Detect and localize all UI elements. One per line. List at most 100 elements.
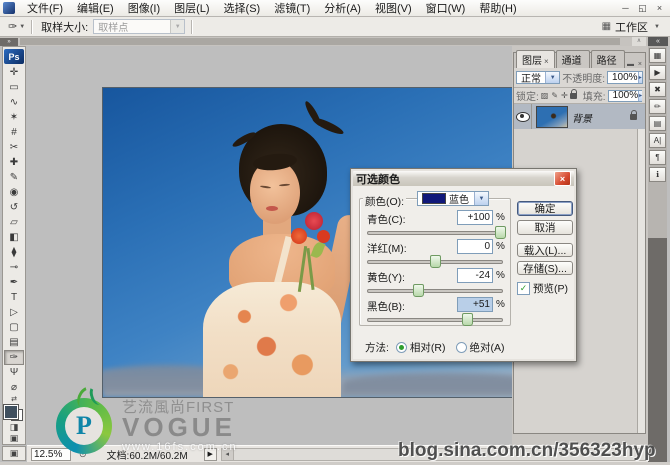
checkbox-checked-icon[interactable]: ✓ [517,282,530,295]
lock-position-icon[interactable]: ✛ [561,91,568,100]
slice-tool[interactable]: ✂ [4,140,24,155]
photo-mountain [343,373,516,393]
dock-animation-icon[interactable]: ▦ [649,48,666,63]
lock-pixels-icon[interactable]: ✎ [551,91,558,100]
fill-label: 填充: [583,88,606,103]
slider-thumb[interactable] [430,255,441,268]
color-select[interactable]: 蓝色 ▼ [417,191,489,206]
tab-layers[interactable]: 图层× [516,50,555,68]
layer-visibility-toggle[interactable] [514,104,532,130]
value-input[interactable]: +100 [457,210,493,225]
pen-tool[interactable]: ✒ [4,275,24,290]
lasso-tool[interactable]: ∿ [4,95,24,110]
close-icon[interactable]: × [554,171,571,186]
shape-tool[interactable]: ▢ [4,320,24,335]
screen-mode-button[interactable]: ▣ [4,433,24,444]
menu-select[interactable]: 选择(S) [217,0,268,17]
clone-stamp-tool[interactable]: ◉ [4,185,24,200]
dialog-title-bar[interactable]: 可选颜色 × [353,171,574,186]
panel-group-controls[interactable]: ▬ × [627,61,643,68]
hand-tool[interactable]: Ψ [4,365,24,380]
dodge-tool[interactable]: ⊸ [4,260,24,275]
layer-thumbnail[interactable] [536,106,568,128]
tool-preset-arrow-icon[interactable]: ▼ [19,24,25,30]
eyedropper-tool[interactable]: ✑ [4,350,24,365]
dock-info-icon[interactable]: ℹ [649,167,666,182]
value-input[interactable]: 0 [457,239,493,254]
type-tool[interactable]: T [4,290,24,305]
ps-logo: Ps [4,49,24,64]
save-button[interactable]: 存储(S)... [517,261,573,275]
quick-selection-tool[interactable]: ✶ [4,110,24,125]
dock-brushes-icon[interactable]: ✏ [649,99,666,114]
slider-thumb[interactable] [495,226,506,239]
value-input[interactable]: -24 [457,268,493,283]
slider-thumb[interactable] [462,313,473,326]
close-button[interactable]: × [652,2,667,14]
lock-all-icon[interactable] [570,93,577,99]
fill-input[interactable]: 100% ▸ [608,90,642,102]
brush-tool[interactable]: ✎ [4,170,24,185]
preview-checkbox-row[interactable]: ✓ 预览(P) [517,281,568,296]
menu-edit[interactable]: 编辑(E) [70,0,121,17]
menu-window[interactable]: 窗口(W) [419,0,473,17]
minimize-button[interactable]: ─ [618,2,633,14]
cyan-slider-row: 青色(C): +100 % [367,211,503,240]
menu-layer[interactable]: 图层(L) [167,0,216,17]
cancel-button[interactable]: 取消 [517,220,573,235]
eyedropper-icon[interactable]: ✑ [8,20,17,33]
tab-channels[interactable]: 通道 [556,50,590,68]
eraser-tool[interactable]: ▱ [4,215,24,230]
slider-track[interactable] [367,318,503,322]
dock-character-icon[interactable]: A| [649,133,666,148]
workspace-button[interactable]: 工作区 [615,19,648,35]
dock-collapse-button[interactable]: « [648,37,668,46]
foreground-color-swatch[interactable] [4,405,18,419]
blend-mode-select[interactable]: 正常 ▼ [516,71,560,84]
layer-name: 背景 [572,110,592,125]
path-selection-tool[interactable]: ▷ [4,305,24,320]
screen-mode-mini-button[interactable]: ▣ [2,446,26,461]
menu-filter[interactable]: 滤镜(T) [267,0,317,17]
menu-file[interactable]: 文件(F) [20,0,70,17]
scroll-up-icon[interactable]: ∧ [632,37,646,46]
dock-paragraph-icon[interactable]: ¶ [649,150,666,165]
slider-thumb[interactable] [413,284,424,297]
toolbar-expand-button[interactable]: » [0,38,18,46]
menu-view[interactable]: 视图(V) [368,0,419,17]
relative-radio[interactable]: 相对(R) [396,340,446,355]
gradient-tool[interactable]: ◧ [4,230,24,245]
blur-tool[interactable]: ⧫ [4,245,24,260]
quick-mask-button[interactable]: ◨ [4,421,24,432]
panel-tabs: 图层×通道路径 ▬ × [514,53,645,68]
opacity-input[interactable]: 100% ▸ [607,71,643,84]
slider-track[interactable] [367,289,503,293]
slider-track[interactable] [367,231,503,235]
dock-styles-icon[interactable]: ▶ [649,65,666,80]
dock-tool-presets-icon[interactable]: ✖ [649,82,666,97]
magenta-slider-row: 洋红(M): 0 % [367,240,503,269]
panel-scrollbar[interactable] [637,129,645,433]
lock-transparency-icon[interactable]: ▨ [541,91,549,100]
notes-tool[interactable]: ▤ [4,335,24,350]
ok-button[interactable]: 确定 [517,201,573,216]
restore-button[interactable]: ◱ [635,2,650,14]
marquee-tool[interactable]: ▭ [4,80,24,95]
load-button[interactable]: 载入(L)... [517,243,573,257]
absolute-radio[interactable]: 绝对(A) [456,340,505,355]
layer-row-background[interactable]: 背景 [514,104,645,131]
menu-image[interactable]: 图像(I) [121,0,167,17]
crop-tool[interactable]: # [4,125,24,140]
dock-layer-comps-icon[interactable]: ▤ [649,116,666,131]
zoom-tool[interactable]: ⌀ [4,380,24,395]
menu-analysis[interactable]: 分析(A) [317,0,368,17]
selective-color-dialog: 可选颜色 × 颜色(O): 蓝色 ▼ 青色(C): +100 % 洋红(M): … [350,168,577,362]
value-input[interactable]: +51 [457,297,493,312]
menu-help[interactable]: 帮助(H) [472,0,523,17]
tab-paths[interactable]: 路径 [591,50,625,68]
healing-brush-tool[interactable]: ✚ [4,155,24,170]
move-tool[interactable]: ✛ [4,65,24,80]
sample-size-select[interactable]: 取样点 ▼ [93,19,185,34]
history-brush-tool[interactable]: ↺ [4,200,24,215]
swap-colors-icon[interactable]: ⇄ [4,395,24,403]
